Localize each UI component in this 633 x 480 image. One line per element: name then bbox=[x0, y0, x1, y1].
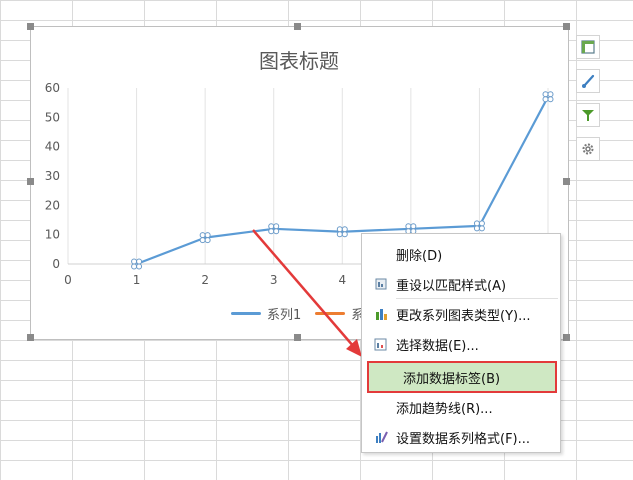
chart-style-button[interactable] bbox=[576, 69, 600, 93]
y-tick-label: 20 bbox=[45, 198, 60, 212]
resize-handle-bottom-right[interactable] bbox=[563, 334, 570, 341]
legend-swatch-series1 bbox=[231, 311, 261, 315]
x-tick-label: 4 bbox=[338, 273, 346, 287]
resize-handle-middle-right[interactable] bbox=[563, 178, 570, 185]
x-tick-label: 1 bbox=[133, 273, 141, 287]
select-data-icon bbox=[370, 337, 392, 351]
menu-label-format-series: 设置数据系列格式(F)... bbox=[396, 431, 531, 447]
reset-style-icon bbox=[370, 277, 392, 291]
format-series-icon bbox=[370, 430, 392, 444]
resize-handle-top-right[interactable] bbox=[563, 23, 570, 30]
menu-label-change-chart-type: 更改系列图表类型(Y)... bbox=[396, 308, 531, 324]
change-chart-type-icon bbox=[370, 307, 392, 321]
resize-handle-bottom-left[interactable] bbox=[27, 334, 34, 341]
menu-item-format-series[interactable]: 设置数据系列格式(F)... bbox=[362, 423, 560, 451]
menu-label-reset-style: 重设以匹配样式(A) bbox=[396, 278, 507, 294]
x-tick-label: 0 bbox=[64, 273, 72, 287]
resize-handle-middle-left[interactable] bbox=[27, 178, 34, 185]
resize-handle-top-center[interactable] bbox=[294, 23, 301, 30]
legend-label-series1: 系列1 bbox=[267, 307, 302, 323]
chart-filter-button[interactable] bbox=[576, 103, 600, 127]
y-tick-label: 10 bbox=[45, 228, 60, 242]
menu-label-add-data-labels: 添加数据标签(B) bbox=[403, 371, 501, 387]
resize-handle-bottom-center[interactable] bbox=[294, 334, 301, 341]
legend-swatch-series2 bbox=[315, 311, 346, 315]
menu-label-select-data: 选择数据(E)... bbox=[396, 338, 479, 354]
menu-item-change-chart-type[interactable]: 更改系列图表类型(Y)... bbox=[362, 300, 560, 328]
y-tick-label: 50 bbox=[45, 110, 60, 124]
chart-settings-button[interactable] bbox=[576, 137, 600, 161]
chart-style-brush-icon bbox=[582, 74, 595, 88]
menu-item-select-data[interactable]: 选择数据(E)... bbox=[362, 330, 560, 358]
y-tick-label: 60 bbox=[45, 81, 60, 95]
chart-settings-icon bbox=[582, 143, 594, 155]
menu-item-delete[interactable]: 删除(D) bbox=[362, 240, 560, 268]
y-tick-label: 40 bbox=[45, 140, 60, 154]
resize-handle-top-left[interactable] bbox=[27, 23, 34, 30]
context-menu: 删除(D) 重设以匹配样式(A) 更改系列图表类型(Y)... 选择数据(E).… bbox=[361, 233, 561, 453]
chart-side-toolbar bbox=[576, 35, 600, 171]
menu-item-add-data-labels[interactable]: 添加数据标签(B) bbox=[367, 361, 557, 393]
menu-label-add-trendline: 添加趋势线(R)... bbox=[396, 401, 493, 417]
x-tick-label: 2 bbox=[201, 273, 209, 287]
chart-elements-button[interactable] bbox=[576, 35, 600, 59]
menu-item-add-trendline[interactable]: 添加趋势线(R)... bbox=[362, 393, 560, 421]
y-tick-label: 30 bbox=[45, 169, 60, 183]
menu-separator bbox=[396, 298, 558, 299]
y-tick-label: 0 bbox=[52, 257, 60, 271]
chart-elements-icon bbox=[581, 40, 595, 54]
chart-filter-icon bbox=[582, 110, 594, 121]
legend-item-series1[interactable]: 系列1 bbox=[231, 304, 301, 323]
menu-label-delete: 删除(D) bbox=[396, 248, 443, 264]
x-tick-label: 3 bbox=[270, 273, 278, 287]
y-tick-labels: 0 10 20 30 40 50 60 bbox=[45, 81, 60, 271]
menu-item-reset-style[interactable]: 重设以匹配样式(A) bbox=[362, 270, 560, 298]
